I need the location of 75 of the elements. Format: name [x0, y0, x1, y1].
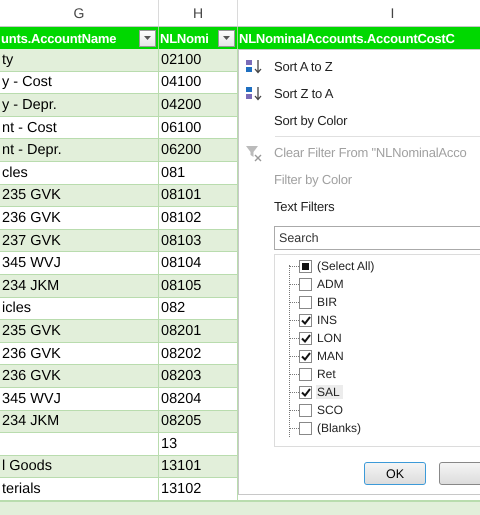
table-cell: nt - Depr.	[0, 139, 159, 162]
value-option[interactable]: ADM	[316, 277, 347, 291]
search-field[interactable]: Search	[274, 226, 480, 250]
table-cell: 345 WVJ	[0, 252, 159, 275]
table-cell: 236 GVK	[0, 365, 159, 388]
table-cell: 08205	[159, 410, 238, 434]
checkbox[interactable]	[299, 296, 312, 308]
value-option[interactable]: SCO	[316, 403, 346, 417]
table-cell: 08203	[159, 365, 238, 388]
table-cell: ty	[0, 49, 159, 72]
value-option[interactable]: BIR	[316, 295, 340, 309]
column-letter[interactable]: G	[0, 0, 159, 27]
dropdown-arrow-icon	[223, 36, 230, 40]
table-cell: 235 GVK	[0, 184, 159, 208]
column-letter[interactable]: H	[159, 0, 238, 27]
table-cell: 08104	[159, 252, 238, 275]
ok-button[interactable]: OK	[364, 462, 426, 485]
menu-item[interactable]: Sort Z to A	[274, 86, 334, 101]
table-cell: terials	[0, 478, 159, 501]
checkbox[interactable]	[299, 422, 312, 434]
table-cell: 08204	[159, 388, 238, 410]
table-cell: 234 JKM	[0, 274, 159, 298]
table-cell: 04100	[159, 72, 238, 94]
menu-item[interactable]: Sort by Color	[274, 113, 348, 128]
value-option[interactable]: SAL	[316, 385, 343, 399]
table-cell: 08202	[159, 342, 238, 366]
dropdown-arrow-icon	[144, 36, 151, 40]
column-header: NLNominalAccounts.AccountCostC	[239, 30, 456, 46]
value-option[interactable]: MAN	[316, 349, 347, 363]
checkbox[interactable]	[299, 314, 312, 326]
table-cell: 236 GVK	[0, 342, 159, 366]
value-option[interactable]: Ret	[316, 367, 339, 381]
table-cell: 08101	[159, 184, 238, 208]
checkbox[interactable]	[299, 386, 312, 398]
column-header: NLNomi	[160, 30, 210, 46]
value-option[interactable]: (Select All)	[316, 259, 378, 273]
checkbox[interactable]	[299, 350, 312, 362]
filter-dropdown-button[interactable]	[218, 30, 235, 46]
filter-dropdown-button[interactable]	[139, 30, 156, 46]
table-cell: 235 GVK	[0, 320, 159, 343]
table-cell: 06100	[159, 116, 238, 140]
table-cell: 13101	[159, 456, 238, 478]
table-cell: 345 WVJ	[0, 388, 159, 410]
checkbox[interactable]	[299, 332, 312, 344]
menu-item[interactable]: Text Filters	[274, 199, 334, 214]
checkbox[interactable]	[299, 368, 312, 380]
table-cell: 234 JKM	[0, 410, 159, 434]
table-cell: 08103	[159, 230, 238, 252]
table-cell: 082	[159, 298, 238, 320]
table-cell: 02100	[159, 49, 238, 72]
checkbox[interactable]	[299, 404, 312, 416]
value-option[interactable]: INS	[316, 313, 340, 327]
value-option[interactable]: LON	[316, 331, 345, 345]
table-cell: nt - Cost	[0, 116, 159, 140]
checkmark-icon	[300, 388, 310, 396]
table-cell: 081	[159, 162, 238, 185]
checkbox[interactable]	[299, 278, 312, 290]
table-cell: 04200	[159, 94, 238, 117]
table-cell: y - Cost	[0, 72, 159, 94]
table-cell: 13	[159, 433, 238, 456]
value-option[interactable]: (Blanks)	[316, 421, 364, 435]
table-cell: y - Depr.	[0, 94, 159, 117]
table-cell: 237 GVK	[0, 230, 159, 252]
table-cell: cles	[0, 162, 159, 185]
table-cell: icles	[0, 298, 159, 320]
table-cell: 06200	[159, 139, 238, 162]
menu-item[interactable]: Sort A to Z	[274, 59, 332, 74]
checkbox[interactable]	[299, 260, 312, 272]
table-cell: 236 GVK	[0, 207, 159, 230]
table-cell: l Goods	[0, 456, 159, 478]
table-cell: 08201	[159, 320, 238, 343]
table-cell: 13102	[159, 478, 238, 501]
table-cell: 08105	[159, 274, 238, 298]
table-cell: 08102	[159, 207, 238, 230]
column-header: unts.AccountName	[1, 30, 118, 46]
